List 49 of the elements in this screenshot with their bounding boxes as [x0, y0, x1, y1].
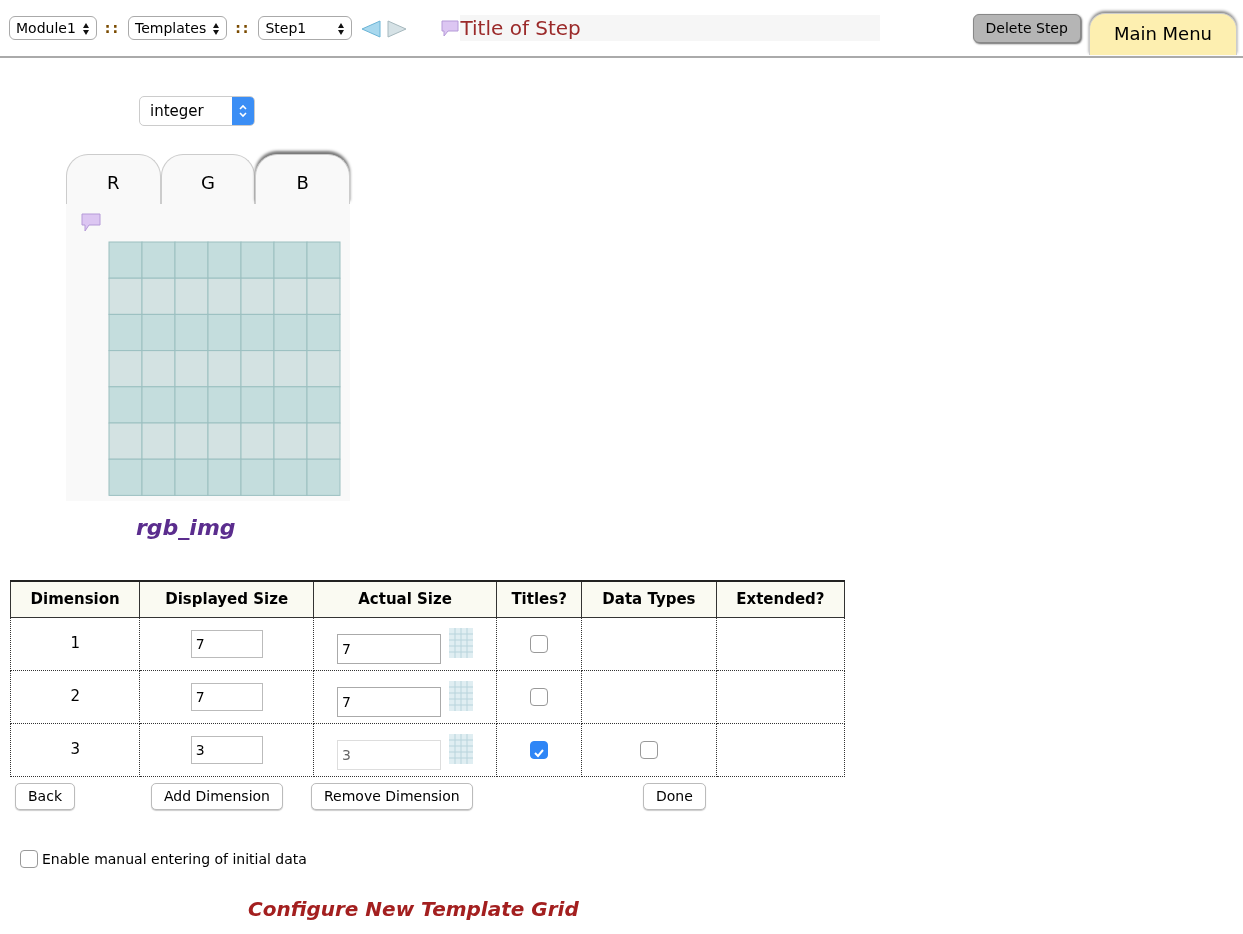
up-down-arrows-icon: [212, 21, 221, 36]
grid-name: rgb_img: [136, 514, 236, 542]
column-header: Titles?: [496, 581, 582, 617]
channel-tab[interactable]: R: [66, 154, 161, 204]
separator: ::: [235, 18, 251, 38]
comment-icon[interactable]: [440, 17, 461, 39]
checkbox-label: Enable manual entering of initial data: [42, 849, 307, 869]
channel-tab[interactable]: G: [160, 154, 256, 204]
separator: ::: [104, 18, 121, 38]
displayed-size-field[interactable]: 7: [190, 682, 263, 711]
type-select[interactable]: integer: [139, 96, 255, 126]
previous-arrow-icon[interactable]: [360, 17, 383, 39]
displayed-size-field[interactable]: 3: [190, 735, 263, 764]
step-select[interactable]: Step1: [258, 16, 353, 40]
column-header: Dimension: [10, 581, 140, 617]
back-button[interactable]: Back: [15, 782, 75, 810]
titles-checkbox[interactable]: [530, 687, 549, 706]
done-button[interactable]: Done: [643, 782, 706, 810]
titles-checkbox[interactable]: [530, 634, 549, 653]
main-menu-tab[interactable]: Main Menu: [1088, 13, 1237, 55]
comment-icon[interactable]: [80, 214, 102, 230]
actual-size-field[interactable]: 7: [337, 633, 442, 664]
displayed-size-field[interactable]: 7: [190, 629, 263, 658]
next-arrow-icon[interactable]: [386, 17, 409, 39]
column-header: Displayed Size: [139, 581, 314, 617]
table-cell: 3: [10, 723, 140, 776]
table-cell: 2: [10, 670, 140, 723]
column-header: Data Types: [581, 581, 717, 617]
up-down-arrows-icon: [81, 21, 90, 36]
step-title-field[interactable]: Title of Step: [460, 15, 881, 41]
actual-size-field[interactable]: 7: [337, 686, 442, 717]
delete-step-button[interactable]: Delete Step: [972, 13, 1081, 43]
table-cell: 1: [10, 617, 140, 670]
column-header: Extended?: [716, 581, 845, 617]
grid-icon[interactable]: [449, 680, 474, 711]
channel-tab[interactable]: B: [255, 154, 350, 204]
add-dimension-button[interactable]: Add Dimension: [151, 782, 283, 810]
remove-dimension-button[interactable]: Remove Dimension: [311, 782, 473, 810]
grid-icon[interactable]: [449, 627, 474, 658]
page-title: Configure New Template Grid: [248, 895, 579, 923]
template-select[interactable]: Templates: [128, 16, 228, 40]
up-down-chevron-icon: [238, 104, 248, 118]
column-header: Actual Size: [313, 581, 497, 617]
titles-checkbox[interactable]: [530, 740, 549, 759]
grid-icon[interactable]: [449, 733, 474, 764]
module-select[interactable]: Module1: [9, 16, 97, 40]
manual-entry-checkbox[interactable]: [20, 850, 38, 868]
data-types-checkbox[interactable]: [639, 740, 658, 759]
up-down-arrows-icon: [337, 21, 346, 36]
